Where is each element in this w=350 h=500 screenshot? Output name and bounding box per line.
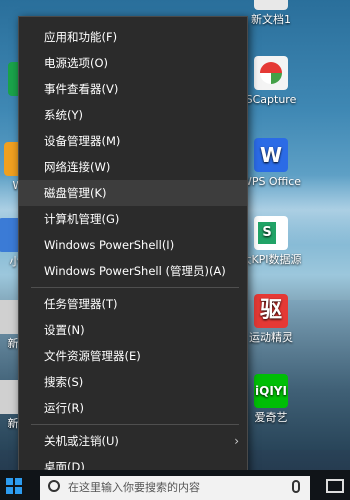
menu-item-label: 设备管理器(M) (44, 134, 121, 148)
menu-separator (31, 287, 239, 288)
taskbar-search-box[interactable]: 在这里输入你要搜索的内容 (40, 476, 310, 500)
menu-item-run[interactable]: 运行(R) (19, 395, 247, 421)
menu-item-label: Windows PowerShell(I) (44, 238, 175, 252)
menu-item-label: 设置(N) (44, 323, 85, 337)
desktop-icon-iqiyi[interactable]: iQIYI 爱奇艺 (240, 374, 302, 424)
menu-item-power-options[interactable]: 电源选项(O) (19, 50, 247, 76)
desktop-icon-sport[interactable]: 驱 运动精灵 (240, 294, 302, 344)
sport-elf-icon: 驱 (254, 294, 288, 328)
menu-item-label: 任务管理器(T) (44, 297, 118, 311)
desktop-icon-label: SCapture (245, 93, 297, 106)
menu-item-file-explorer[interactable]: 文件资源管理器(E) (19, 343, 247, 369)
doc-icon (254, 0, 288, 10)
winx-context-menu: 应用和功能(F) 电源选项(O) 事件查看器(V) 系统(Y) 设备管理器(M)… (18, 16, 248, 484)
menu-item-label: 计算机管理(G) (44, 212, 120, 226)
menu-item-shutdown-signout[interactable]: 关机或注销(U) › (19, 428, 247, 454)
menu-item-label: 搜索(S) (44, 375, 84, 389)
menu-item-label: 事件查看器(V) (44, 82, 119, 96)
menu-item-search[interactable]: 搜索(S) (19, 369, 247, 395)
menu-item-settings[interactable]: 设置(N) (19, 317, 247, 343)
desktop-icon-label: WPS Office (240, 175, 302, 188)
menu-item-label: 运行(R) (44, 401, 84, 415)
menu-item-label: 电源选项(O) (44, 56, 109, 70)
desktop-icon-label: 爱奇艺 (254, 411, 288, 424)
menu-item-label: 文件资源管理器(E) (44, 349, 141, 363)
menu-item-label: 网络连接(W) (44, 160, 111, 174)
search-placeholder: 在这里输入你要搜索的内容 (68, 481, 200, 494)
desktop-icon-doc[interactable]: 新文档1 (240, 0, 302, 26)
menu-item-computer-management[interactable]: 计算机管理(G) (19, 206, 247, 232)
menu-item-label: Windows PowerShell (管理员)(A) (44, 264, 226, 278)
desktop-icon-label: 新文档1 (251, 13, 291, 26)
menu-item-network-connections[interactable]: 网络连接(W) (19, 154, 247, 180)
menu-item-event-viewer[interactable]: 事件查看器(V) (19, 76, 247, 102)
windows-start-icon[interactable] (6, 478, 22, 494)
wps-icon: W (254, 138, 288, 172)
search-icon (48, 480, 60, 492)
task-view-icon[interactable] (326, 479, 344, 493)
menu-item-label: 应用和功能(F) (44, 30, 118, 44)
menu-item-apps-features[interactable]: 应用和功能(F) (19, 24, 247, 50)
menu-item-system[interactable]: 系统(Y) (19, 102, 247, 128)
menu-item-label: 关机或注销(U) (44, 434, 119, 448)
chevron-right-icon: › (234, 434, 239, 448)
desktop-icon-label: 大KPI数据源 (240, 253, 302, 266)
taskbar: 在这里输入你要搜索的内容 (0, 470, 350, 500)
menu-item-disk-management[interactable]: 磁盘管理(K) (19, 180, 247, 206)
menu-item-device-manager[interactable]: 设备管理器(M) (19, 128, 247, 154)
menu-item-powershell[interactable]: Windows PowerShell(I) (19, 232, 247, 258)
desktop-icon-wps[interactable]: W WPS Office (240, 138, 302, 188)
microphone-icon[interactable] (292, 480, 300, 493)
menu-item-label: 系统(Y) (44, 108, 83, 122)
menu-item-powershell-admin[interactable]: Windows PowerShell (管理员)(A) (19, 258, 247, 284)
desktop-icon-kpi[interactable]: S 大KPI数据源 (240, 216, 302, 266)
menu-item-task-manager[interactable]: 任务管理器(T) (19, 291, 247, 317)
desktop-icon-scapture[interactable]: SCapture (240, 56, 302, 106)
iqiyi-icon: iQIYI (254, 374, 288, 408)
menu-item-label: 磁盘管理(K) (44, 186, 107, 200)
spreadsheet-icon: S (254, 216, 288, 250)
menu-separator (31, 424, 239, 425)
scapture-icon (254, 56, 288, 90)
desktop-icon-label: 运动精灵 (249, 331, 293, 344)
